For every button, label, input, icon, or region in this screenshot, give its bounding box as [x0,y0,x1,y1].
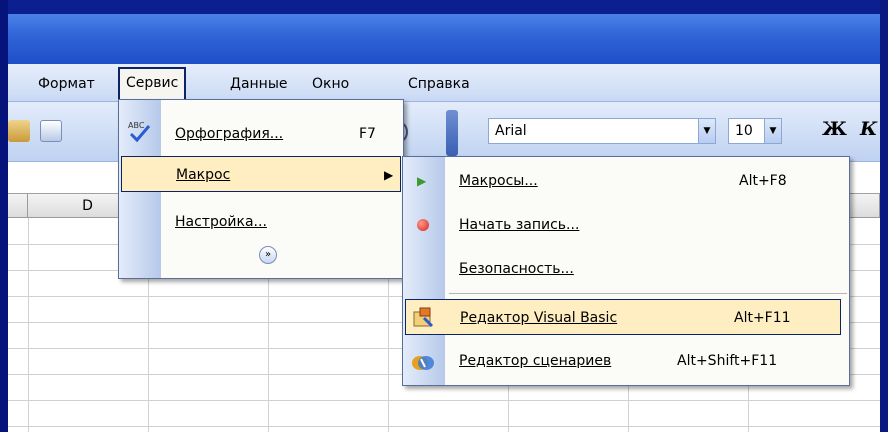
service-menu: ABC Орфография... F7 Макрос ▶ Настройка.… [118,99,404,279]
record-dot-icon [417,219,429,231]
bold-button[interactable]: Ж [822,118,847,140]
print-preview-icon[interactable] [8,120,30,142]
menu-window[interactable]: Окно [306,72,355,96]
italic-button[interactable]: К [860,118,877,140]
font-name-dropdown-icon[interactable]: ▼ [698,118,716,144]
corner-header[interactable] [8,194,28,218]
submenu-arrow-icon: ▶ [384,168,394,182]
menu-format[interactable]: Формат [32,72,101,96]
menu-item-shortcut: F7 [359,126,376,142]
menu-item-script-editor[interactable]: Редактор сценариев Alt+Shift+F11 [403,343,849,379]
menu-item-label: Безопасность... [459,261,574,277]
menu-item-label: Настройка... [175,214,267,230]
menu-item-shortcut: Alt+F8 [739,173,787,189]
menu-item-shortcut: Alt+F11 [734,310,791,326]
menu-help[interactable]: Справка [402,72,476,96]
chevron-double-down-icon[interactable]: » [259,246,277,264]
svg-text:ABC: ABC [128,121,145,130]
grid-line [8,426,880,427]
spelling-abc-icon: ABC [127,118,153,144]
grid-line [8,400,880,401]
menu-item-shortcut: Alt+Shift+F11 [677,353,778,369]
menu-item-security[interactable]: Безопасность... [403,251,849,287]
vb-editor-icon [412,306,436,330]
title-bar [8,14,880,64]
menu-item-label: Макросы... [459,173,538,189]
menu-bar: Формат Сервис Данные Окно Справка [8,64,880,103]
menu-service[interactable]: Сервис [118,67,187,103]
menu-item-label: Начать запись... [459,217,580,233]
menu-item-macros[interactable]: ▶ Макросы... Alt+F8 [403,163,849,199]
menu-item-start-recording[interactable]: Начать запись... [403,207,849,243]
menu-item-macro[interactable]: Макрос ▶ [121,156,401,192]
menu-item-label: Макрос [176,167,231,183]
menu-separator [449,293,847,294]
menu-item-vb-editor[interactable]: Редактор Visual Basic Alt+F11 [405,299,841,335]
menu-data[interactable]: Данные [224,72,294,96]
play-triangle-icon: ▶ [417,174,427,188]
menu-item-label: Орфография... [175,126,284,142]
font-name-field[interactable]: Arial [488,118,714,144]
toolbar-options-icon[interactable] [446,110,458,156]
menu-item-label: Редактор сценариев [459,353,612,369]
menu-item-spelling[interactable]: ABC Орфография... F7 [119,116,403,152]
copy-icon[interactable] [40,120,62,142]
script-editor-icon [411,351,435,371]
font-size-dropdown-icon[interactable]: ▼ [764,118,782,144]
menu-item-label: Редактор Visual Basic [460,310,618,326]
menu-item-customize[interactable]: Настройка... [119,204,403,240]
macro-submenu: ▶ Макросы... Alt+F8 Начать запись... Без… [402,156,850,386]
